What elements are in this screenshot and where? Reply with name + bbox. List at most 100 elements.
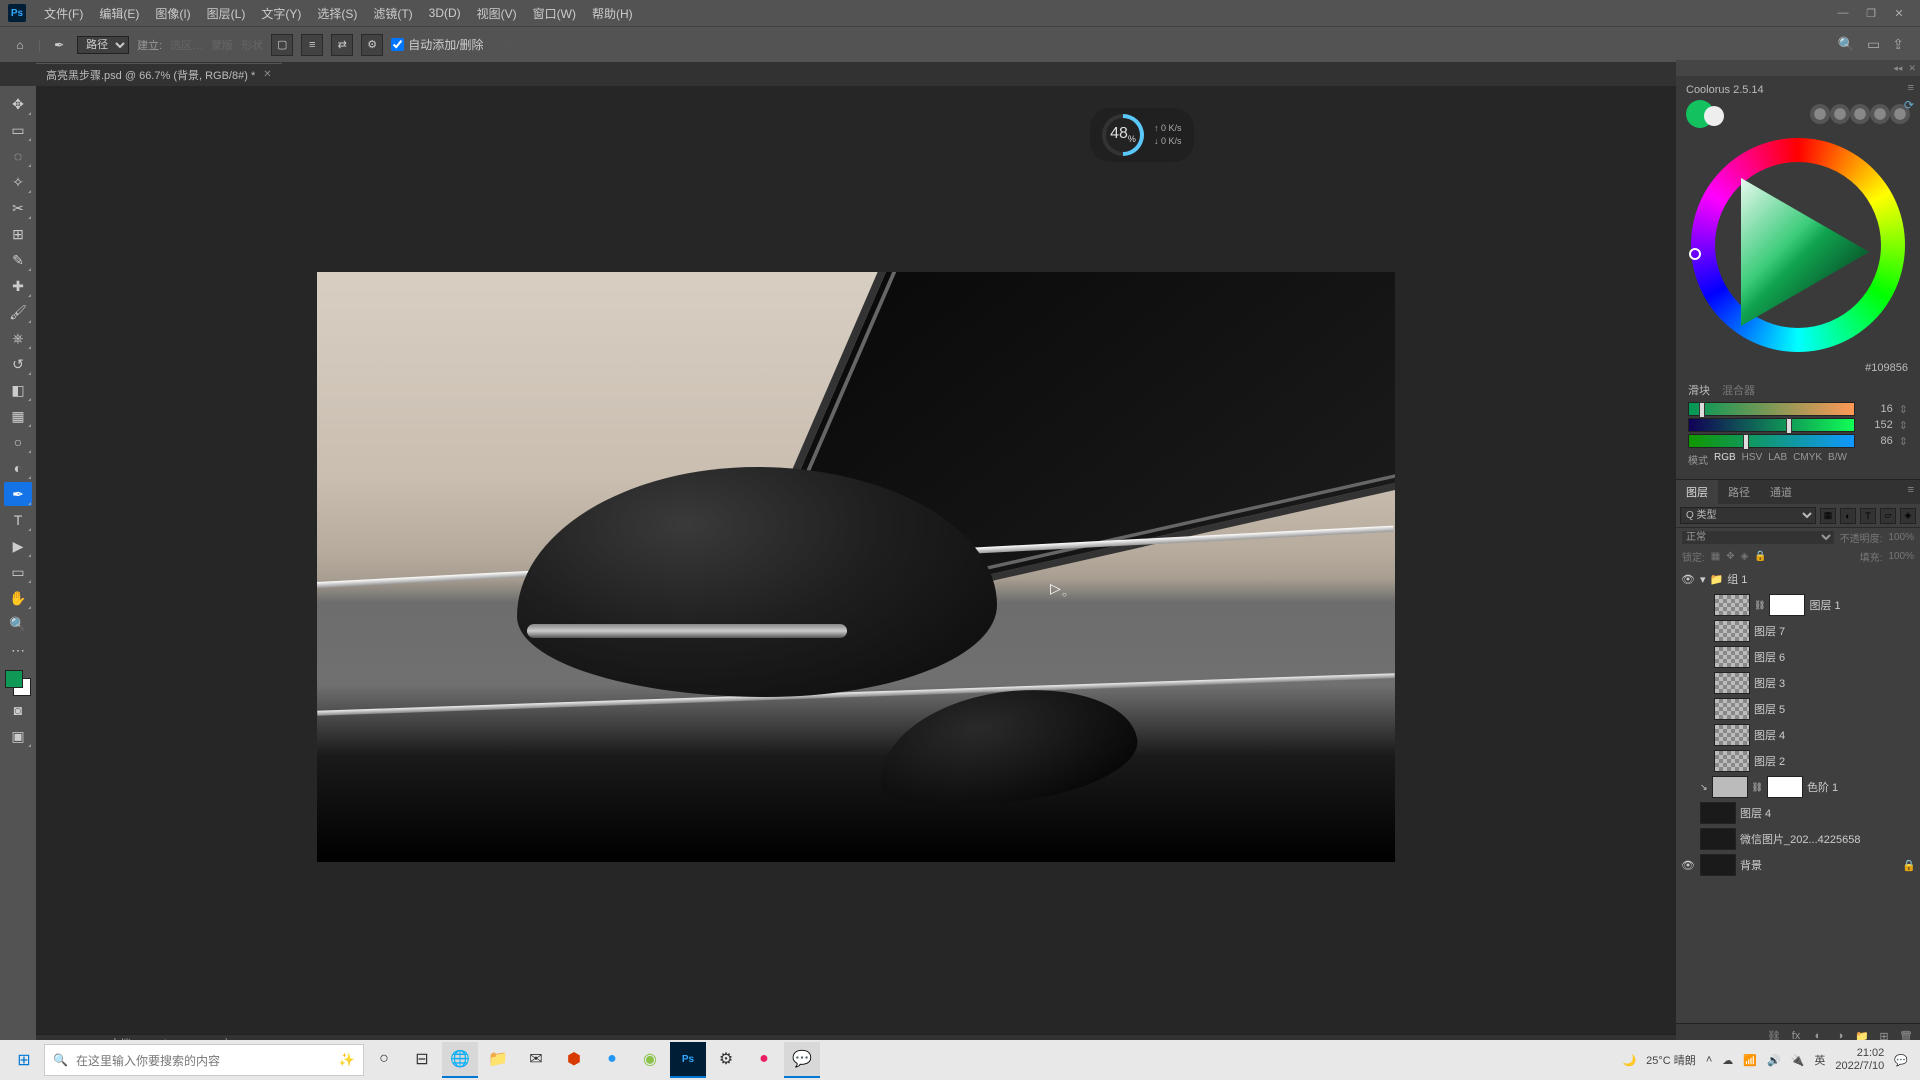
lock-all-icon[interactable]: 🔒 — [1754, 551, 1766, 562]
opacity-value[interactable]: 100% — [1888, 532, 1914, 543]
edit-toolbar-icon[interactable]: ⋯ — [4, 638, 32, 662]
close-tab-icon[interactable]: ✕ — [263, 69, 271, 80]
filter-shape-icon[interactable]: ▱ — [1880, 508, 1896, 524]
layer-item[interactable]: 图层 5 — [1676, 696, 1920, 722]
blur-tool-icon[interactable]: ○ — [4, 430, 32, 454]
stamp-tool-icon[interactable]: ⎈ — [4, 326, 32, 350]
explorer-icon[interactable]: 📁 — [480, 1042, 516, 1078]
mode-cmyk[interactable]: CMYK — [1793, 452, 1822, 467]
mail-icon[interactable]: ✉ — [518, 1042, 554, 1078]
layer-group[interactable]: 👁 ▾ 📁 组 1 — [1676, 566, 1920, 592]
office-icon[interactable]: ⬢ — [556, 1042, 592, 1078]
settings-icon[interactable]: ⚙ — [708, 1042, 744, 1078]
harmony-icon[interactable] — [1830, 104, 1850, 124]
layer-item[interactable]: 图层 3 — [1676, 670, 1920, 696]
zoom-tool-icon[interactable]: 🔍 — [4, 612, 32, 636]
window-close-button[interactable]: ✕ — [1886, 4, 1912, 22]
share-icon[interactable]: ⇪ — [1892, 36, 1904, 53]
b-value[interactable]: 86 — [1861, 435, 1893, 447]
cortana-icon[interactable]: ○ — [366, 1042, 402, 1078]
fill-value[interactable]: 100% — [1888, 551, 1914, 562]
lock-position-icon[interactable]: ✥ — [1726, 551, 1734, 562]
menu-view[interactable]: 视图(V) — [469, 5, 525, 22]
network-icon[interactable]: 📶 — [1743, 1054, 1757, 1067]
blend-mode-select[interactable]: 正常 — [1682, 531, 1834, 544]
start-button[interactable]: ⊞ — [6, 1044, 42, 1076]
mask-button[interactable]: 蒙版 — [211, 37, 233, 53]
gear-icon[interactable]: ⚙ — [361, 34, 383, 56]
visibility-icon[interactable]: 👁 — [1680, 573, 1696, 586]
volume-icon[interactable]: 🔊 — [1767, 1054, 1781, 1067]
panel-menu-icon[interactable]: ≡ — [1908, 82, 1914, 94]
menu-file[interactable]: 文件(F) — [36, 5, 91, 22]
link-icon[interactable]: ↘ — [1700, 782, 1708, 793]
hand-tool-icon[interactable]: ✋ — [4, 586, 32, 610]
menu-3d[interactable]: 3D(D) — [421, 6, 469, 20]
weather-text[interactable]: 25°C 晴朗 — [1646, 1052, 1696, 1068]
selection-button[interactable]: 选区… — [170, 37, 203, 53]
tab-blender[interactable]: 混合器 — [1722, 382, 1755, 398]
layer-item[interactable]: 图层 7 — [1676, 618, 1920, 644]
mode-bw[interactable]: B/W — [1828, 452, 1847, 467]
window-restore-button[interactable]: ❐ — [1858, 4, 1884, 22]
taskview-icon[interactable]: ⊟ — [404, 1042, 440, 1078]
refresh-icon[interactable]: ⟳ — [1904, 98, 1914, 112]
filter-type-icon[interactable]: T — [1860, 508, 1876, 524]
menu-filter[interactable]: 滤镜(T) — [365, 5, 420, 22]
menu-layers[interactable]: 图层(L) — [199, 5, 254, 22]
lock-pixels-icon[interactable]: ▦ — [1711, 551, 1720, 562]
history-brush-icon[interactable]: ↺ — [4, 352, 32, 376]
lasso-tool-icon[interactable]: ◌ — [4, 144, 32, 168]
weather-icon[interactable]: 🌙 — [1622, 1054, 1636, 1067]
panel-close-icon[interactable]: ✕ — [1908, 63, 1916, 74]
color-swatch[interactable] — [5, 670, 31, 696]
crop-tool-icon[interactable]: ✂ — [4, 196, 32, 220]
tab-layers[interactable]: 图层 — [1676, 480, 1718, 504]
visibility-icon[interactable]: 👁 — [1680, 859, 1696, 872]
screenmode-icon[interactable]: ▣ — [4, 724, 32, 748]
menu-type[interactable]: 文字(Y) — [253, 5, 309, 22]
shape-button[interactable]: 形状 — [241, 37, 263, 53]
dodge-tool-icon[interactable]: ◐ — [4, 456, 32, 480]
tray-chevron-icon[interactable]: ˄ — [1706, 1054, 1712, 1066]
move-tool-icon[interactable]: ✥ — [4, 92, 32, 116]
b-slider[interactable] — [1688, 434, 1855, 448]
wand-tool-icon[interactable]: ✧ — [4, 170, 32, 194]
background-swatch[interactable] — [1704, 106, 1724, 126]
menu-edit[interactable]: 编辑(E) — [91, 5, 147, 22]
text-tool-icon[interactable]: T — [4, 508, 32, 532]
menu-help[interactable]: 帮助(H) — [584, 5, 641, 22]
menu-window[interactable]: 窗口(W) — [525, 5, 584, 22]
tab-channels[interactable]: 通道 — [1760, 480, 1802, 504]
path-select-icon[interactable]: ▶ — [4, 534, 32, 558]
onedrive-icon[interactable]: ☁ — [1722, 1054, 1733, 1067]
home-icon[interactable]: ⌂ — [10, 35, 30, 55]
filter-pixel-icon[interactable]: ▦ — [1820, 508, 1836, 524]
harmony-icon[interactable] — [1810, 104, 1830, 124]
layer-item[interactable]: ⛓图层 1 — [1676, 592, 1920, 618]
link-icon[interactable]: ⛓ — [1754, 600, 1765, 611]
mode-hsv[interactable]: HSV — [1742, 452, 1763, 467]
lock-icon[interactable]: 🔒 — [1902, 859, 1916, 872]
battery-icon[interactable]: 🔌 — [1791, 1054, 1805, 1067]
layer-item[interactable]: 图层 6 — [1676, 644, 1920, 670]
panel-menu-icon[interactable]: ≡ — [1902, 480, 1920, 504]
layer-adjustment[interactable]: ↘⛓色阶 1 — [1676, 774, 1920, 800]
layer-item[interactable]: 图层 4 — [1676, 800, 1920, 826]
browser-icon[interactable]: ● — [594, 1042, 630, 1078]
workspace-icon[interactable]: ▭ — [1867, 36, 1880, 53]
color-wheel[interactable] — [1683, 130, 1913, 360]
edge-icon[interactable]: 🌐 — [442, 1042, 478, 1078]
heal-tool-icon[interactable]: ✚ — [4, 274, 32, 298]
window-minimize-button[interactable]: — — [1830, 4, 1856, 22]
path-op-combine-icon[interactable]: ▢ — [271, 34, 293, 56]
path-align-icon[interactable]: ≡ — [301, 34, 323, 56]
document-canvas[interactable] — [317, 272, 1395, 862]
r-slider[interactable] — [1688, 402, 1855, 416]
wechat-icon[interactable]: 💬 — [784, 1042, 820, 1078]
hex-value[interactable]: 109856 — [1871, 362, 1908, 374]
quickmask-icon[interactable]: ◙ — [4, 698, 32, 722]
layer-smart-object[interactable]: 微信图片_202...4225658 — [1676, 826, 1920, 852]
chevron-down-icon[interactable]: ▾ — [1700, 573, 1706, 586]
hue-handle[interactable] — [1689, 248, 1701, 260]
